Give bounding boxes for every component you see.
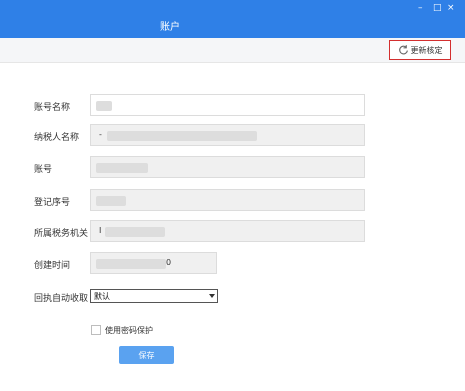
close-button[interactable]: ×: [447, 3, 455, 13]
auto-receipt-value: 默认: [94, 292, 110, 301]
auto-receipt-label: 回执自动收取: [34, 294, 89, 304]
masked-value: [96, 163, 148, 173]
save-button[interactable]: 保存: [119, 346, 174, 364]
tax-authority-partial: I: [99, 226, 102, 235]
masked-value: [107, 131, 257, 141]
taxpayer-name-field: -: [90, 124, 365, 146]
title-bar: 账户 – □ ×: [0, 0, 465, 38]
create-time-field: 0: [90, 252, 217, 274]
account-name-label: 账号名称: [34, 103, 71, 113]
account-field: [90, 156, 365, 178]
chevron-down-icon: [209, 294, 215, 298]
tax-authority-label: 所属税务机关: [34, 229, 89, 239]
password-protect-label: 使用密码保护: [105, 325, 153, 335]
account-label: 账号: [34, 165, 53, 175]
row-account: 账号: [0, 156, 465, 180]
row-create-time: 创建时间 0: [0, 252, 465, 276]
maximize-button[interactable]: □: [433, 3, 442, 13]
tax-authority-field: I: [90, 220, 365, 242]
toolbar: 更新核定: [0, 38, 465, 63]
refresh-label: 更新核定: [410, 45, 443, 55]
masked-value: [105, 227, 165, 237]
masked-value: [96, 259, 166, 269]
row-auto-receipt: 回执自动收取 默认: [0, 289, 465, 313]
window-title: 账户: [160, 22, 180, 33]
row-account-name: 账号名称: [0, 94, 465, 118]
minimize-button[interactable]: –: [418, 3, 423, 13]
row-registration: 登记序号: [0, 189, 465, 213]
create-time-label: 创建时间: [34, 261, 71, 271]
password-protect-row[interactable]: 使用密码保护: [91, 324, 153, 336]
password-protect-checkbox[interactable]: [91, 325, 101, 335]
masked-value: [96, 101, 112, 111]
row-tax-authority: 所属税务机关 I: [0, 220, 465, 244]
taxpayer-name-partial: -: [99, 130, 102, 139]
registration-label: 登记序号: [34, 198, 71, 208]
create-time-partial: 0: [166, 258, 172, 267]
refresh-button[interactable]: 更新核定: [389, 40, 451, 60]
account-name-field[interactable]: [90, 94, 365, 116]
taxpayer-name-label: 纳税人名称: [34, 133, 80, 143]
masked-value: [96, 196, 126, 206]
registration-field: [90, 189, 365, 211]
row-taxpayer-name: 纳税人名称 -: [0, 124, 465, 148]
auto-receipt-select[interactable]: 默认: [90, 289, 218, 303]
refresh-icon: [398, 44, 411, 57]
